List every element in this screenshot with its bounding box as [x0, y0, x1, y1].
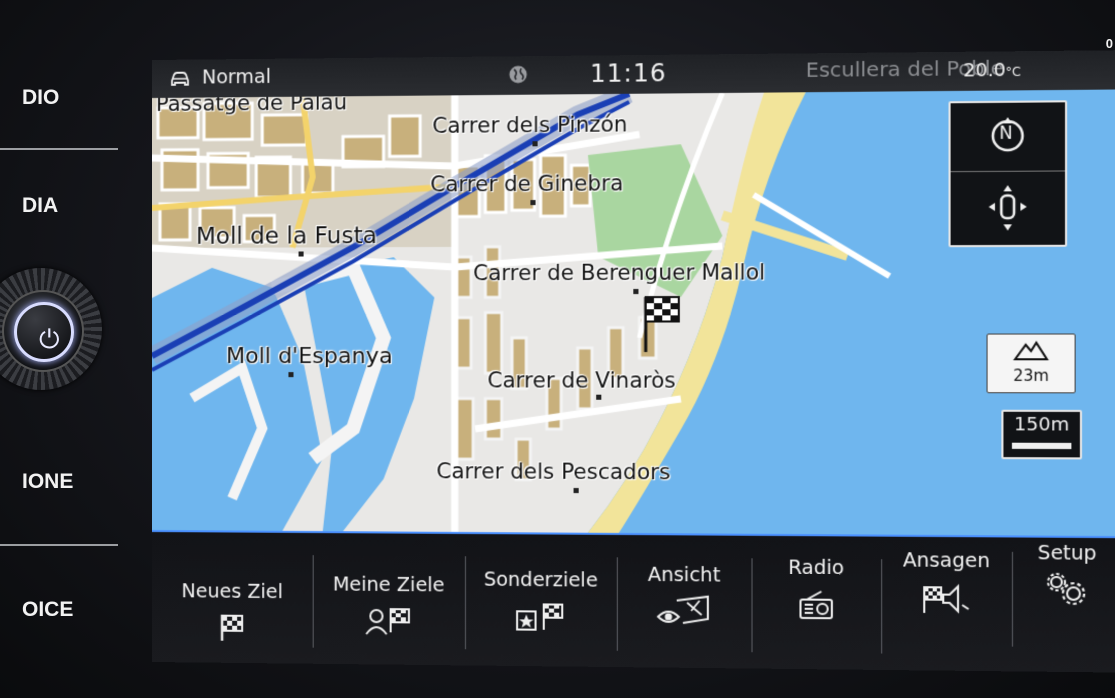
side-divider: [0, 148, 118, 150]
compass-letter: N: [999, 123, 1012, 144]
scale-bar: [1012, 443, 1071, 449]
eye-map-icon: [656, 594, 712, 631]
right-edge-text: 0: [1106, 36, 1113, 51]
poi-dot: [574, 488, 579, 493]
car-position-button[interactable]: [951, 173, 1065, 244]
poi-dot: [530, 200, 535, 205]
street-label: Moll de la Fusta: [196, 223, 377, 250]
poi-dot: [596, 395, 601, 400]
menu-label: Ansicht: [617, 563, 752, 586]
poi-dot: [288, 372, 293, 377]
flag-icon: [218, 613, 246, 647]
menu-label: Sonderziele: [465, 568, 617, 592]
menu-setup[interactable]: Setup: [1012, 537, 1115, 672]
menu-view[interactable]: Ansicht: [617, 535, 752, 669]
map-orientation-control[interactable]: N: [949, 100, 1068, 247]
compass-button[interactable]: N: [951, 102, 1065, 172]
knob-cap: ⏻: [2, 290, 84, 372]
mountain-icon: [988, 339, 1075, 366]
poi-dot: [633, 289, 638, 294]
menu-label: Meine Ziele: [313, 573, 465, 596]
poi-dot: [532, 141, 537, 146]
nav-menu-bar: Neues Ziel Meine Ziele Sonderziele Ansic…: [152, 532, 1115, 673]
radio-icon: [798, 589, 834, 624]
menu-label: Radio: [751, 556, 881, 579]
phone-hard-button[interactable]: IONE: [0, 462, 120, 502]
menu-radio[interactable]: Radio: [751, 536, 881, 670]
poi-dot: [299, 251, 304, 256]
side-divider: [0, 544, 118, 546]
menu-points-of-interest[interactable]: Sonderziele: [465, 534, 617, 667]
altitude-display: 23m: [987, 333, 1076, 393]
speaker-flag-icon: [920, 582, 973, 619]
menu-label: Setup: [1012, 542, 1115, 565]
map-scale-button[interactable]: 150m: [1001, 410, 1082, 460]
street-label: Carrer de Berenguer Mallol: [473, 260, 765, 285]
menu-new-destination[interactable]: Neues Ziel: [152, 532, 313, 664]
street-label: Carrer de Vinaròs: [487, 368, 675, 393]
drive-mode-label[interactable]: Normal: [202, 66, 271, 89]
menu-my-destinations[interactable]: Meine Ziele: [313, 533, 465, 665]
menu-label: Ansagen: [881, 549, 1012, 573]
media-hard-button[interactable]: DIA: [0, 186, 120, 226]
scale-value: 150m: [1003, 414, 1079, 436]
outside-temperature: 20.0°C: [963, 59, 1021, 81]
destination-flag-icon[interactable]: [640, 293, 686, 358]
street-label: Moll d'Espanya: [226, 344, 393, 369]
altitude-value: 23m: [1013, 366, 1049, 385]
star-flag-icon: [515, 601, 566, 636]
navigation-map[interactable]: Passatge de Palau Carrer dels Pinzón Car…: [152, 89, 1115, 536]
street-label: Carrer dels Pinzón: [432, 112, 627, 138]
radio-hard-button[interactable]: DIO: [0, 78, 120, 118]
temperature-value: 20.0: [963, 60, 1005, 82]
street-label: Carrer de Ginebra: [430, 171, 623, 196]
clock: 11:16: [590, 59, 667, 88]
voice-hard-button[interactable]: OICE: [0, 590, 120, 630]
globe-icon: [508, 64, 528, 89]
street-label: Carrer dels Pescadors: [436, 459, 670, 484]
infotainment-screen: Normal 11:16 Escullera del Poble 20.0°C: [152, 50, 1115, 650]
gears-icon: [1045, 571, 1090, 611]
menu-announcements[interactable]: Ansagen: [881, 537, 1012, 672]
menu-label: Neues Ziel: [152, 580, 313, 603]
person-flag-icon: [364, 606, 413, 641]
temperature-unit: °C: [1006, 65, 1021, 80]
knob-ring: ⏻: [14, 302, 74, 362]
car-icon: [168, 66, 192, 94]
car-position-icon: [987, 183, 1029, 237]
power-icon: ⏻: [39, 325, 60, 355]
